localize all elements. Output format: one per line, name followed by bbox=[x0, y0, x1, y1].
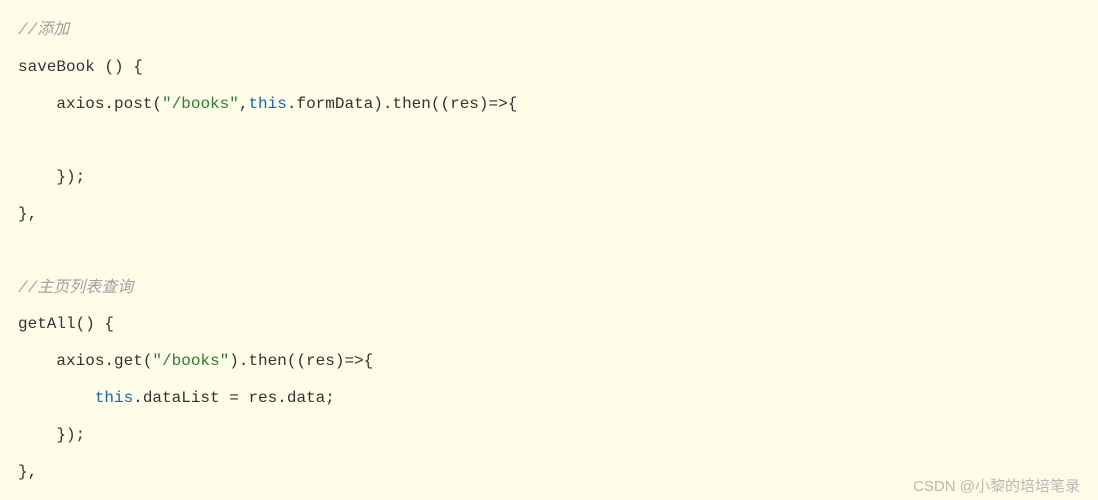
code-line: saveBook () { bbox=[18, 58, 143, 76]
code-comment: //主页列表查询 bbox=[18, 279, 133, 297]
code-line: axios.get("/books").then((res)=>{ bbox=[18, 352, 373, 370]
code-line: }); bbox=[18, 168, 85, 186]
watermark-text: CSDN @小黎的培培笔录 bbox=[913, 479, 1080, 494]
code-comment: //添加 bbox=[18, 21, 69, 39]
code-line: this.dataList = res.data; bbox=[18, 389, 335, 407]
code-line: getAll() { bbox=[18, 315, 114, 333]
code-line: }, bbox=[18, 205, 37, 223]
code-line: }, bbox=[18, 463, 37, 481]
code-line: }); bbox=[18, 426, 85, 444]
code-line: axios.post("/books",this.formData).then(… bbox=[18, 95, 517, 113]
code-block: //添加 saveBook () { axios.post("/books",t… bbox=[18, 12, 1080, 490]
